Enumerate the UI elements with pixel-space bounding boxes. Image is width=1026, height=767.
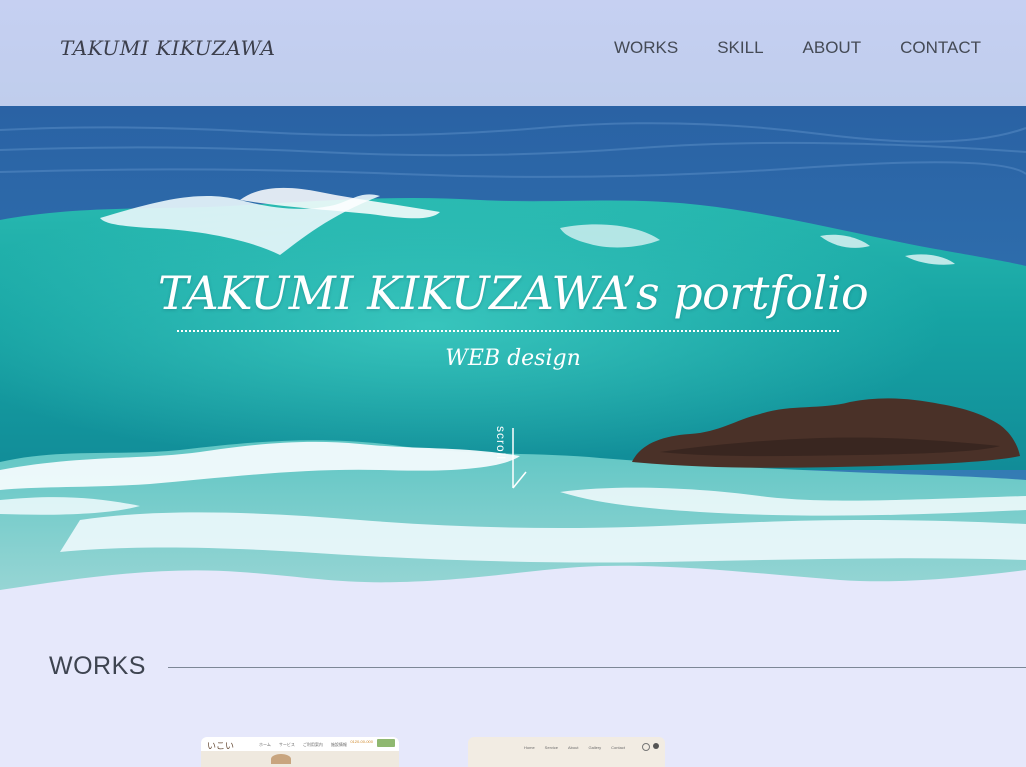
work-thumbnail-2[interactable]: Home Service About Gallery Contact xyxy=(468,737,665,767)
hero-title: TAKUMI KIKUZAWA’s portfolio xyxy=(157,266,869,320)
hero-divider xyxy=(177,330,839,332)
thumb2-instagram-icon xyxy=(642,743,650,751)
thumb2-social-icon xyxy=(653,743,659,749)
thumb2-nav-item: Home xyxy=(524,745,535,750)
hero-section: TAKUMI KIKUZAWA WORKS SKILL ABOUT CONTAC… xyxy=(0,0,1026,600)
thumb1-nav-item: ホーム xyxy=(259,742,271,747)
work-thumbnail-1[interactable]: いこい ホーム サービス ご利用案内 施設情報 0120-00-000 xyxy=(201,737,399,767)
thumb1-hero-strip xyxy=(201,751,399,767)
works-section-title: WORKS xyxy=(49,652,146,680)
thumb1-contact-button xyxy=(377,739,395,747)
works-divider xyxy=(168,667,1026,668)
thumb2-nav: Home Service About Gallery Contact xyxy=(524,745,625,750)
site-logo[interactable]: TAKUMI KIKUZAWA xyxy=(60,36,275,60)
nav-contact[interactable]: CONTACT xyxy=(900,38,981,58)
thumb1-nav-item: サービス xyxy=(278,742,295,747)
nav-skill[interactable]: SKILL xyxy=(717,38,763,58)
nav-works[interactable]: WORKS xyxy=(614,38,678,58)
thumb2-nav-item: Gallery xyxy=(588,745,602,750)
thumb1-nav: ホーム サービス ご利用案内 施設情報 xyxy=(259,742,347,748)
scroll-indicator[interactable]: scroll xyxy=(494,424,534,494)
scroll-arrow-icon xyxy=(512,428,527,489)
thumb1-photo xyxy=(271,754,291,764)
thumb1-nav-item: 施設情報 xyxy=(330,742,347,747)
main-nav: WORKS SKILL ABOUT CONTACT xyxy=(575,38,981,58)
thumb1-nav-item: ご利用案内 xyxy=(302,742,323,747)
thumb1-tel-number: 0120-00-000 xyxy=(350,739,373,744)
thumb2-nav-item: About xyxy=(568,745,579,750)
site-header: TAKUMI KIKUZAWA WORKS SKILL ABOUT CONTAC… xyxy=(0,0,1026,106)
thumb2-nav-item: Service xyxy=(544,745,559,750)
thumb2-nav-item: Contact xyxy=(611,745,625,750)
nav-about[interactable]: ABOUT xyxy=(803,38,862,58)
thumb1-tel: 0120-00-000 xyxy=(350,739,373,744)
hero-subtitle: WEB design xyxy=(445,346,581,371)
